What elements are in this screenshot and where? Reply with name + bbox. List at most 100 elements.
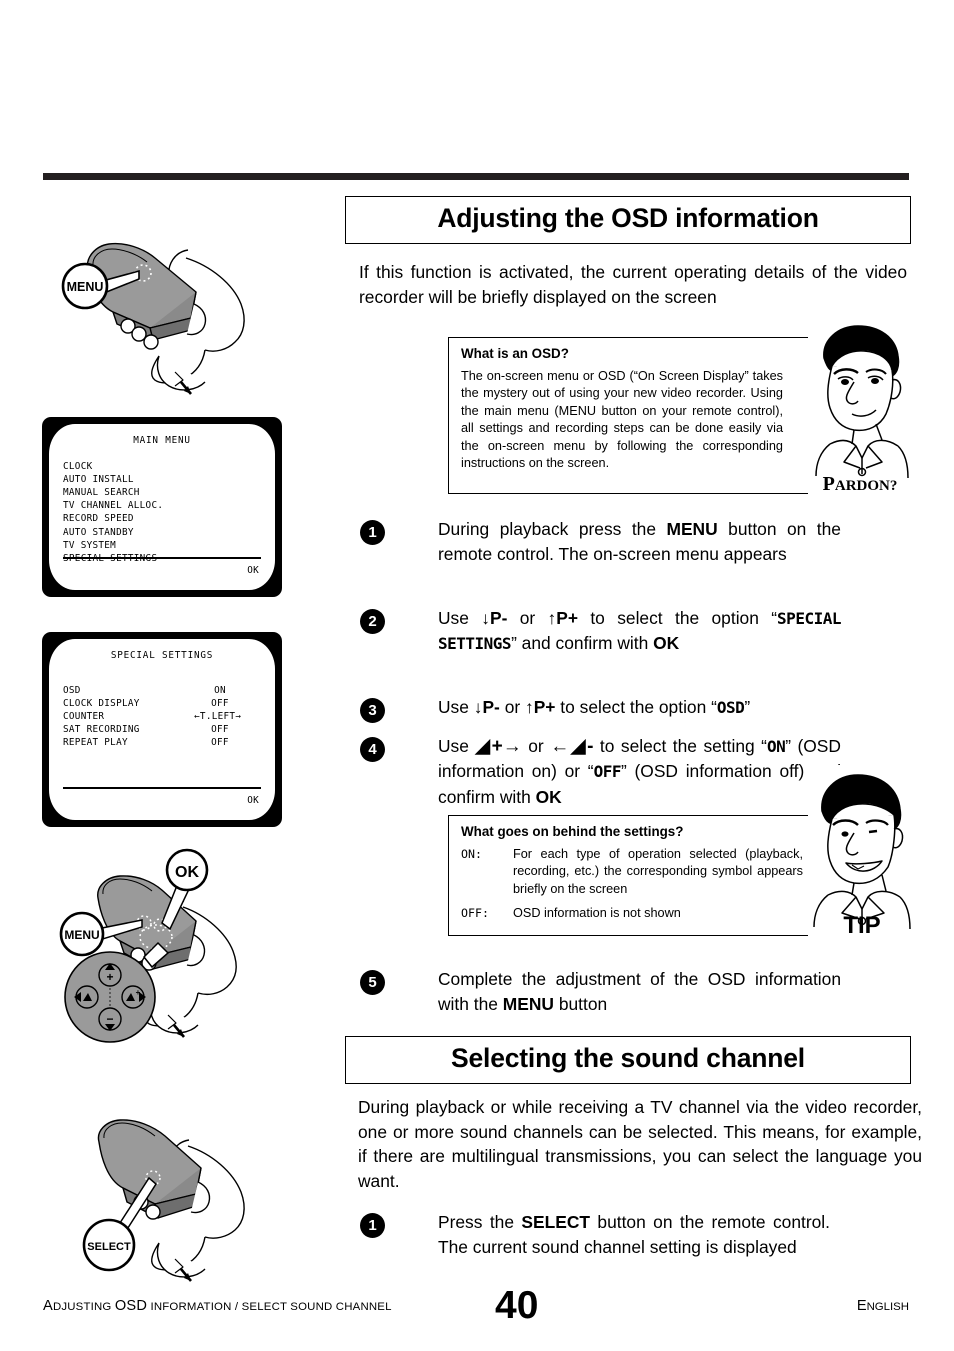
step-text-run: Use	[438, 697, 474, 717]
footer-right-text: ENGLISH	[857, 1298, 909, 1314]
illustration-remote-ok-cursor: OK MENU + − +	[50, 845, 290, 1050]
step-text-run: to select the setting “	[593, 736, 767, 756]
setting-on: ON	[766, 737, 786, 756]
step-text: Complete the adjustment of the OSD infor…	[438, 967, 841, 1018]
tv-row-value: OFF	[211, 698, 229, 710]
footer-right-word: NGLISH	[866, 1301, 909, 1313]
cursor-plus-up: +	[106, 970, 113, 984]
step-number: 1	[360, 1213, 385, 1238]
step-item: 1 During playback press the MENU button …	[360, 517, 910, 568]
tv-row-label: OSD	[63, 685, 81, 697]
section2-intro-text: During playback or while receiving a TV …	[358, 1097, 922, 1191]
tv-row-value: OFF	[211, 737, 229, 749]
tip-row-text-on: For each type of operation selected (pla…	[513, 847, 803, 896]
tv-row: CLOCK	[63, 461, 93, 473]
key-select: SELECT	[521, 1212, 591, 1232]
tv-title: MAIN MENU	[133, 435, 191, 446]
key-p-plus: ↑P+	[525, 697, 556, 717]
step-text-run: ” and confirm with	[511, 633, 654, 654]
section1-intro-text: If this function is activated, the curre…	[359, 262, 907, 307]
tv-screen-main-menu: MAIN MENU CLOCK AUTO INSTALL MANUAL SEAR…	[42, 417, 282, 597]
step-number: 2	[360, 609, 385, 634]
step-text-run: or	[521, 736, 551, 756]
step-number: 5	[360, 970, 385, 995]
key-menu: MENU	[502, 994, 554, 1015]
infobox-title: What goes on behind the settings?	[461, 824, 684, 839]
tv-row-value: ON	[214, 685, 226, 697]
step-text: Use ◢+→ or ←◢- to select the setting “ON…	[438, 734, 841, 810]
page-number: 40	[495, 1284, 539, 1327]
infobox-body: The on-screen menu or OSD (“On Screen Di…	[461, 369, 783, 471]
step-text-run: or	[507, 608, 548, 628]
tip-row-label-off: OFF:	[461, 906, 489, 921]
step-text-run: Use	[438, 736, 476, 756]
callout-label-ok: OK	[175, 864, 199, 881]
key-ok: OK	[653, 633, 680, 654]
tv-row: TV SYSTEM	[63, 539, 117, 551]
step-text-run: or	[499, 697, 525, 717]
footer-left-text: ADJUSTING OSD INFORMATION / SELECT SOUND…	[43, 1298, 392, 1314]
step-item: 4 Use ◢+→ or ←◢- to select the setting “…	[360, 734, 910, 810]
callout-label-select: SELECT	[87, 1241, 131, 1253]
infobox-behind-the-settings: What goes on behind the settings? ON: Fo…	[448, 815, 908, 936]
footer-left-initial: A	[43, 1298, 53, 1314]
step-text-run: to select the option “	[578, 608, 778, 628]
step-item: 1 Press the SELECT button on the remote …	[360, 1210, 910, 1261]
step-text: Use ↓P- or ↑P+ to select the option “OSD…	[438, 695, 898, 723]
footer-left-osd: OSD	[114, 1298, 148, 1314]
tv-row-label: REPEAT PLAY	[63, 737, 128, 749]
step-text: Use ↓P- or ↑P+ to select the option “SPE…	[438, 606, 841, 657]
tv-screen-special-settings: SPECIAL SETTINGS OSD ON CLOCK DISPLAY OF…	[42, 632, 282, 827]
page-footer: ADJUSTING OSD INFORMATION / SELECT SOUND…	[43, 1284, 909, 1328]
illustration-remote-menu-press: MENU	[55, 222, 290, 407]
manual-page: MENU MAIN MENU CLOCK AUTO INSTALL MANUAL…	[0, 0, 954, 1351]
footer-left-word: DJUSTING	[52, 1301, 115, 1313]
tip-row-label-on: ON:	[461, 847, 482, 861]
step-number: 4	[360, 737, 385, 762]
section-heading-adjusting-osd: Adjusting the OSD information	[345, 196, 911, 244]
tv-ok-label: OK	[247, 795, 259, 806]
footer-right-initial: E	[856, 1298, 867, 1314]
step-text-run: Press the	[438, 1212, 522, 1232]
step-text-bold: MENU	[666, 519, 718, 539]
top-rule	[43, 173, 909, 180]
tv-row-value: ←T.LEFT→	[194, 711, 242, 723]
tv-divider	[63, 787, 261, 789]
tv-divider	[63, 557, 261, 559]
illustration-remote-select-press: SELECT	[55, 1100, 290, 1290]
callout-label-menu: MENU	[67, 280, 104, 294]
step-number: 1	[360, 520, 385, 545]
key-p-minus: ↓P-	[473, 697, 500, 717]
cursor-plus-right: +	[136, 988, 141, 997]
step-text-run: button	[553, 994, 608, 1015]
key-ok: OK	[535, 786, 562, 807]
step-text-run: During playback press the	[438, 519, 667, 539]
step-item: 2 Use ↓P- or ↑P+ to select the option “S…	[360, 606, 910, 657]
step-text-run: ”	[744, 697, 751, 717]
tv-row: RECORD SPEED	[63, 513, 134, 525]
menu-option-osd: OSD	[716, 698, 745, 717]
infobox-title: What is an OSD?	[461, 346, 569, 361]
step-item: 5 Complete the adjustment of the OSD inf…	[360, 967, 910, 1018]
section-heading-selecting-sound-channel: Selecting the sound channel	[345, 1036, 911, 1084]
callout-label-menu: MENU	[64, 928, 99, 942]
setting-off: OFF	[593, 762, 622, 782]
step-text-run: Complete the adjustment of the OSD infor…	[438, 969, 841, 1015]
step-text: Press the SELECT button on the remote co…	[438, 1210, 830, 1261]
cursor-minus-down: −	[106, 1012, 113, 1026]
key-p-minus: ↓P-	[481, 608, 508, 628]
tv-row-label: SAT RECORDING	[63, 724, 140, 736]
tv-row: AUTO STANDBY	[63, 526, 134, 538]
step-text: During playback press the MENU button on…	[438, 517, 841, 568]
tv-row: MANUAL SEARCH	[63, 487, 140, 499]
tv-row-label: COUNTER	[63, 711, 105, 723]
infobox-what-is-an-osd: What is an OSD? The on-screen menu or OS…	[448, 337, 908, 494]
tv-ok-label: OK	[247, 565, 259, 576]
step-text-run: Use	[438, 608, 482, 628]
tv-row: TV CHANNEL ALLOC.	[63, 500, 164, 512]
tv-title: SPECIAL SETTINGS	[110, 650, 214, 661]
step-number: 3	[360, 698, 385, 723]
tv-row-value: OFF	[211, 724, 229, 736]
step-item: 3 Use ↓P- or ↑P+ to select the option “O…	[360, 695, 910, 723]
footer-left-tail: INFORMATION / SELECT SOUND CHANNEL	[147, 1301, 392, 1313]
